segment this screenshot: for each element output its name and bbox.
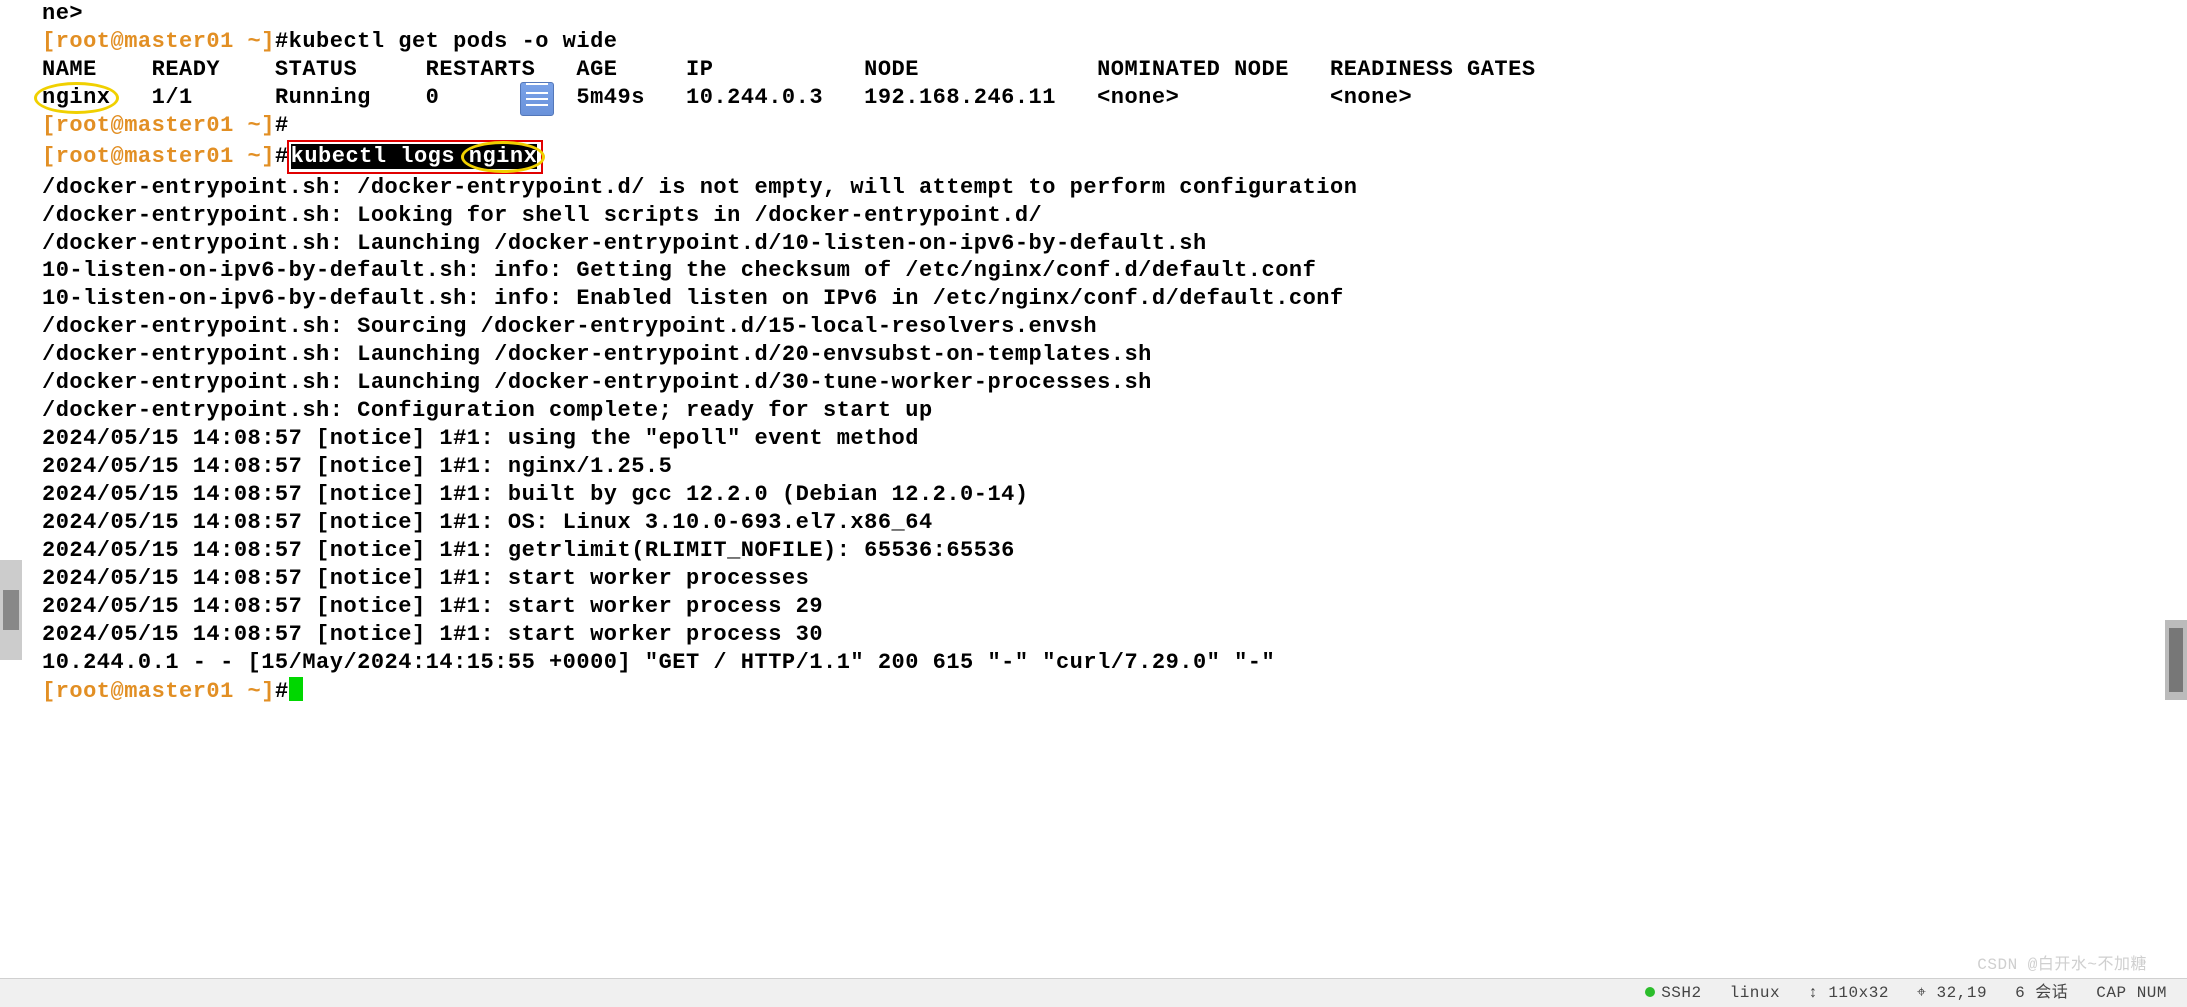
status-proto: SSH2 [1645,983,1701,1003]
command-line: [root@master01 ~]#kubectl get pods -o wi… [42,28,2187,56]
command-text: kubectl get pods -o wide [289,29,618,54]
log-line: /docker-entrypoint.sh: Looking for shell… [42,202,2187,230]
log-line: 2024/05/15 14:08:57 [notice] 1#1: start … [42,565,2187,593]
status-size: ↕ 110x32 [1808,983,1889,1003]
log-line: 2024/05/15 14:08:57 [notice] 1#1: using … [42,425,2187,453]
command-highlight: kubectl logs nginx [291,144,538,169]
command-arg-circled: nginx [469,143,538,171]
clipboard-icon [520,82,554,116]
status-bar: SSH2 linux ↕ 110x32 ⌖ 32,19 6 会话 CAP NUM [0,978,2187,1007]
log-line: 2024/05/15 14:08:57 [notice] 1#1: built … [42,481,2187,509]
status-sessions: 6 会话 [2015,983,2068,1003]
log-line: /docker-entrypoint.sh: Launching /docker… [42,341,2187,369]
log-line: /docker-entrypoint.sh: Sourcing /docker-… [42,313,2187,341]
log-line: 2024/05/15 14:08:57 [notice] 1#1: getrli… [42,537,2187,565]
log-line: 2024/05/15 14:08:57 [notice] 1#1: nginx/… [42,453,2187,481]
prompt-pound: # [275,29,289,54]
status-os: linux [1730,983,1781,1003]
log-line: /docker-entrypoint.sh: Configuration com… [42,397,2187,425]
status-pos: ⌖ 32,19 [1917,983,1987,1003]
log-line: 2024/05/15 14:08:57 [notice] 1#1: OS: Li… [42,509,2187,537]
pod-name-highlight: nginx [42,84,111,112]
cursor [289,677,303,701]
command-redbox: kubectl logs nginx [287,140,544,174]
terminal-pane[interactable]: ne>[root@master01 ~]#kubectl get pods -o… [0,0,2187,705]
table-header-row: NAME READY STATUS RESTARTS AGE IP NODE N… [42,56,2187,84]
log-line: 10-listen-on-ipv6-by-default.sh: info: E… [42,285,2187,313]
prompt-line[interactable]: [root@master01 ~]# [42,677,2187,706]
log-line: /docker-entrypoint.sh: Launching /docker… [42,369,2187,397]
log-line: /docker-entrypoint.sh: /docker-entrypoin… [42,174,2187,202]
prompt-user: [root@master01 ~] [42,29,275,54]
log-line: 2024/05/15 14:08:57 [notice] 1#1: start … [42,621,2187,649]
status-indicators: CAP NUM [2096,983,2167,1003]
log-line: /docker-entrypoint.sh: Launching /docker… [42,230,2187,258]
left-scroll-handle[interactable] [0,560,22,660]
table-row: nginx 1/1 Running 0 5m49s 10.244.0.3 192… [42,84,2187,112]
right-scroll-handle[interactable] [2165,620,2187,700]
log-line: 10-listen-on-ipv6-by-default.sh: info: G… [42,257,2187,285]
output-fragment: ne> [42,0,2187,28]
prompt-line[interactable]: [root@master01 ~]# [42,112,2187,140]
log-line: 2024/05/15 14:08:57 [notice] 1#1: start … [42,593,2187,621]
command-line: [root@master01 ~]#kubectl logs nginx [42,140,2187,174]
log-line: 10.244.0.1 - - [15/May/2024:14:15:55 +00… [42,649,2187,677]
watermark: CSDN @白开水~不加糖 [1977,955,2147,975]
